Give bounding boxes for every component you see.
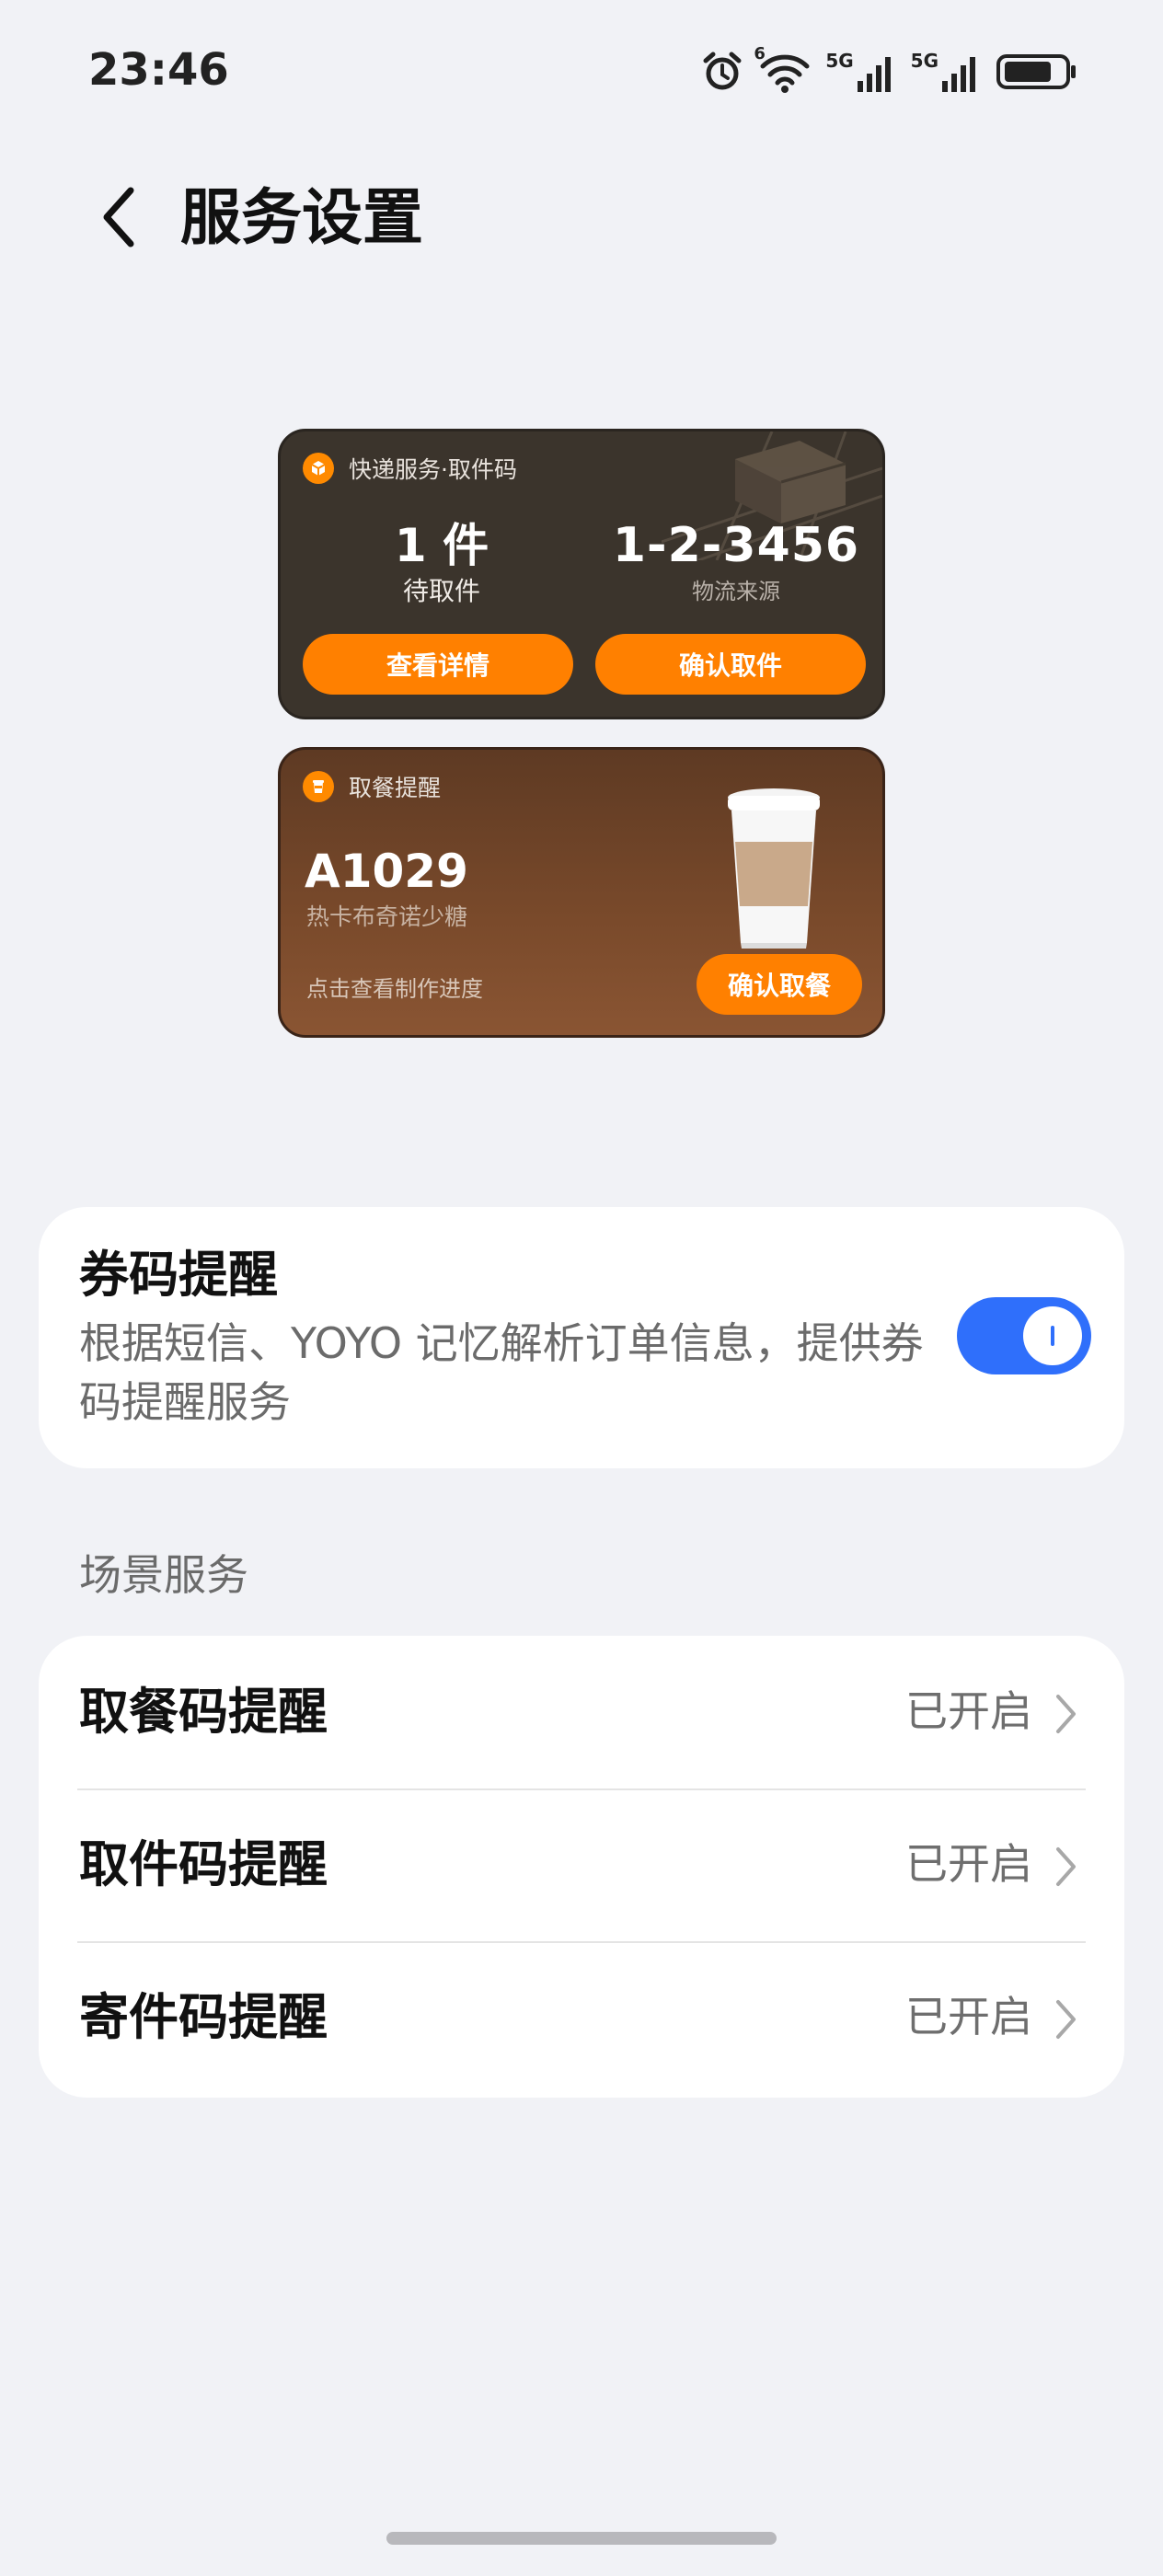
pending-count-label: 待取件 — [402, 576, 480, 606]
status-icons: 6 5G 5G — [700, 42, 1078, 101]
view-details-button[interactable]: 查看详情 — [303, 634, 573, 695]
coupon-reminder-switch[interactable] — [957, 1297, 1091, 1374]
coupon-reminder-card: 券码提醒 根据短信、YOYO 记忆解析订单信息，提供券码提醒服务 — [39, 1207, 1124, 1468]
signal-5g-icon: 5G — [825, 50, 897, 94]
list-item-send-code[interactable]: 寄件码提醒 已开启 — [39, 1943, 1124, 2096]
meal-item: 热卡布奇诺少糖 — [306, 903, 468, 930]
list-item-meal-code[interactable]: 取餐码提醒 已开启 — [39, 1638, 1124, 1790]
status-time: 23:46 — [88, 44, 229, 96]
pending-count-block: 1 件 待取件 — [373, 516, 511, 608]
chevron-right-icon — [1056, 1695, 1076, 1733]
pickup-code: 1-2-3456 — [612, 518, 860, 573]
chevron-right-icon — [1056, 2000, 1076, 2039]
back-button[interactable] — [85, 178, 151, 256]
scene-services-list: 取餐码提醒 已开启 取件码提醒 已开启 寄件码提醒 已开启 — [39, 1636, 1124, 2098]
chevron-right-icon — [1056, 1847, 1076, 1886]
list-item-status: 已开启 — [905, 1992, 1032, 2041]
logistics-source: 物流来源 — [692, 579, 780, 604]
package-icon — [303, 453, 334, 484]
chevron-left-icon — [103, 187, 134, 247]
coupon-reminder-description: 根据短信、YOYO 记忆解析订单信息，提供券码提醒服务 — [79, 1318, 924, 1427]
status-bar: 23:46 6 5G 5G — [0, 0, 1163, 147]
cup-icon — [303, 771, 334, 802]
switch-knob — [1023, 1306, 1082, 1365]
confirm-pickup-button[interactable]: 确认取件 — [595, 634, 866, 695]
list-item-label: 取餐码提醒 — [79, 1683, 328, 1741]
wifi-icon: 6 — [754, 44, 812, 94]
list-item-status: 已开启 — [905, 1686, 1032, 1736]
home-indicator[interactable] — [386, 2532, 777, 2545]
express-pickup-card: 快递服务·取件码 1 件 待取件 1-2-3456 物流来源 查看详情 确认取件 — [278, 429, 885, 719]
meal-progress-link[interactable]: 点击查看制作进度 — [306, 971, 483, 1003]
coffee-cup-illustration — [728, 788, 820, 949]
meal-card-title: 取餐提醒 — [349, 775, 442, 801]
alarm-icon — [700, 50, 744, 94]
list-item-status: 已开启 — [905, 1839, 1032, 1889]
meal-number: A1029 — [305, 845, 468, 898]
list-item-pickup-code[interactable]: 取件码提醒 已开启 — [39, 1790, 1124, 1943]
net-label: 5G — [910, 50, 938, 72]
wifi-badge: 6 — [754, 44, 766, 63]
express-card-title: 快递服务·取件码 — [349, 456, 517, 483]
header: 服务设置 — [0, 156, 1163, 276]
confirm-meal-button[interactable]: 确认取餐 — [697, 954, 862, 1015]
list-item-label: 取件码提醒 — [79, 1835, 328, 1893]
net-label: 5G — [825, 50, 854, 72]
coupon-reminder-title: 券码提醒 — [79, 1246, 278, 1304]
express-card-header: 快递服务·取件码 — [303, 452, 517, 485]
meal-pickup-card: 取餐提醒 A1029 热卡布奇诺少糖 点击查看制作进度 确认取餐 — [278, 747, 885, 1038]
page-title: 服务设置 — [180, 182, 423, 253]
signal-5g-icon: 5G — [911, 50, 983, 94]
scene-services-label: 场景服务 — [79, 1550, 248, 1600]
battery-icon — [996, 50, 1078, 94]
list-item-label: 寄件码提醒 — [79, 1988, 328, 2046]
pending-count: 1 件 — [394, 519, 489, 572]
pickup-code-block: 1-2-3456 物流来源 — [612, 516, 860, 608]
meal-card-header: 取餐提醒 — [303, 770, 441, 803]
